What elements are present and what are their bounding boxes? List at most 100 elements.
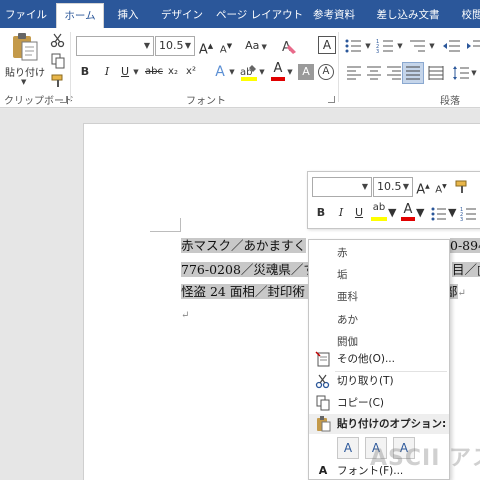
numbering-icon[interactable]: 1 2 3	[376, 38, 396, 54]
line-spacing-dropdown[interactable]: ▼	[470, 63, 478, 83]
chevron-down-icon: ▼	[402, 182, 409, 191]
mini-font-size-combo[interactable]: 10.5 ▼	[373, 177, 413, 197]
svg-text:3: 3	[460, 217, 463, 222]
mini-bold-button[interactable]: B	[314, 203, 328, 223]
group-separator	[338, 32, 339, 102]
menu-item-cut[interactable]: 切り取り(T)	[309, 370, 449, 392]
font-size-combo[interactable]: 10.5 ▼	[155, 36, 195, 56]
mini-italic-button[interactable]: I	[334, 203, 348, 223]
subscript-button[interactable]: x₂	[166, 62, 180, 82]
line-spacing-icon[interactable]	[452, 65, 470, 81]
clipboard-dialog-launcher[interactable]	[60, 96, 67, 103]
align-center-icon[interactable]	[366, 65, 382, 81]
multilevel-list-dropdown[interactable]: ▼	[428, 36, 436, 56]
distributed-icon[interactable]	[428, 65, 444, 81]
tab-references[interactable]: 参考資料	[304, 0, 364, 28]
paste-keep-source-button[interactable]: A	[337, 437, 359, 459]
multilevel-list-icon[interactable]	[408, 38, 428, 54]
tab-file[interactable]: ファイル	[0, 0, 52, 28]
document-line-1-tail[interactable]: 0-8946	[450, 235, 480, 257]
font-color-button[interactable]: A	[270, 61, 286, 82]
document-empty-line[interactable]: ↵	[181, 303, 189, 325]
group-separator	[70, 32, 71, 102]
document-line-2[interactable]: 776-0208／災魂県／す	[181, 259, 316, 281]
ribbon-tab-bar: ファイル ホーム 挿入 デザイン ページ レイアウト 参考資料 差し込み文書 校…	[0, 0, 480, 28]
document-line-2-tail[interactable]: 目／□	[452, 259, 480, 281]
highlight-button[interactable]: ab	[240, 63, 258, 82]
font-color-dropdown[interactable]: ▼	[286, 62, 294, 82]
paragraph-group-label: 段落	[440, 96, 460, 107]
mini-highlight-button[interactable]: ab	[370, 202, 388, 223]
justify-button[interactable]	[402, 62, 424, 84]
bold-button[interactable]: B	[78, 62, 92, 82]
mini-underline-button[interactable]: U	[352, 203, 366, 223]
font-dialog-launcher[interactable]	[328, 96, 335, 103]
paste-button[interactable]: 貼り付け ▼	[4, 32, 46, 88]
bullets-icon[interactable]	[430, 206, 448, 222]
mini-bullets-dropdown[interactable]: ▼	[448, 203, 456, 223]
numbering-dropdown[interactable]: ▼	[396, 36, 404, 56]
strikethrough-button[interactable]: abc	[144, 62, 164, 82]
mini-font-name-combo[interactable]: ▼	[312, 177, 372, 197]
menu-item-more[interactable]: その他(O)...	[309, 348, 449, 370]
highlighter-icon: ab	[240, 65, 256, 77]
italic-button[interactable]: I	[100, 62, 114, 82]
change-case-button[interactable]: Aa ▼	[243, 36, 269, 56]
menu-item-more-label: その他(O)...	[337, 353, 395, 365]
menu-item-candidate-2[interactable]: 垢	[309, 264, 449, 286]
character-shading-button[interactable]: A	[298, 64, 314, 80]
crop-mark	[180, 218, 181, 232]
clear-formatting-icon[interactable]: A	[280, 37, 298, 55]
highlight-dropdown[interactable]: ▼	[258, 62, 266, 82]
bullets-icon[interactable]	[344, 38, 364, 54]
text-effects-button[interactable]: A	[212, 62, 228, 82]
underline-button[interactable]: U	[118, 62, 132, 82]
tab-page-layout[interactable]: ページ レイアウト	[216, 0, 303, 28]
decrease-indent-icon[interactable]	[442, 38, 462, 54]
ribbon: 貼り付け ▼ クリップボード ▼ 10.5 ▼ A▲ A▼ Aa ▼ A A B…	[0, 28, 480, 108]
mini-shrink-font-button[interactable]: A▼	[434, 177, 448, 197]
document-line-1[interactable]: 赤マスク／あかますく	[181, 235, 307, 257]
align-left-icon[interactable]	[346, 65, 362, 81]
selected-text: 怪盗 24 面相／封印術・	[181, 284, 318, 299]
mini-grow-font-button[interactable]: A▲	[416, 177, 430, 197]
grow-font-button[interactable]: A▲	[198, 36, 214, 57]
tab-home[interactable]: ホーム	[56, 3, 104, 28]
menu-item-candidate-3[interactable]: 亜科	[309, 286, 449, 308]
menu-item-candidate-4[interactable]: あか	[309, 309, 449, 331]
font-name-combo[interactable]: ▼	[76, 36, 154, 56]
increase-indent-icon[interactable]	[466, 38, 480, 54]
font-group-label: フォント	[186, 96, 226, 107]
tab-design[interactable]: デザイン	[152, 0, 212, 28]
font-color-bar	[271, 77, 285, 81]
dictionary-icon	[315, 351, 331, 367]
font-color-bar	[401, 217, 415, 221]
shrink-font-button[interactable]: A▼	[218, 36, 234, 56]
bullets-dropdown[interactable]: ▼	[364, 36, 372, 56]
document-line-3[interactable]: 怪盗 24 面相／封印術・	[181, 281, 318, 303]
paste-options-header: 貼り付けのオプション:	[309, 414, 449, 434]
menu-item-copy[interactable]: コピー(C)	[309, 392, 449, 414]
mini-font-color-button[interactable]: A	[400, 202, 416, 223]
cut-icon	[315, 373, 331, 389]
enclosed-character-button[interactable]: A	[318, 36, 336, 54]
tab-insert[interactable]: 挿入	[108, 0, 148, 28]
mini-highlight-dropdown[interactable]: ▼	[388, 203, 396, 223]
numbering-icon[interactable]: 1 2 3	[460, 206, 478, 222]
copy-icon[interactable]	[50, 53, 66, 69]
cut-icon[interactable]	[50, 32, 66, 48]
align-right-icon[interactable]	[386, 65, 402, 81]
text-effects-dropdown[interactable]: ▼	[228, 62, 236, 82]
superscript-button[interactable]: x²	[184, 62, 198, 82]
paragraph-mark: ↵	[457, 288, 466, 299]
selected-text: 776-0208／災魂県／す	[181, 262, 316, 277]
enclosed-character-button-2[interactable]: Ａ	[318, 64, 334, 80]
tab-review[interactable]: 校閲	[452, 0, 480, 28]
paste-dropdown-caret[interactable]: ▼	[21, 78, 26, 86]
format-painter-icon[interactable]	[454, 179, 470, 195]
underline-dropdown[interactable]: ▼	[132, 62, 140, 82]
menu-item-candidate-1[interactable]: 赤	[309, 242, 449, 264]
format-painter-icon[interactable]	[50, 73, 66, 89]
mini-font-color-dropdown[interactable]: ▼	[416, 203, 424, 223]
tab-mailings[interactable]: 差し込み文書	[368, 0, 448, 28]
